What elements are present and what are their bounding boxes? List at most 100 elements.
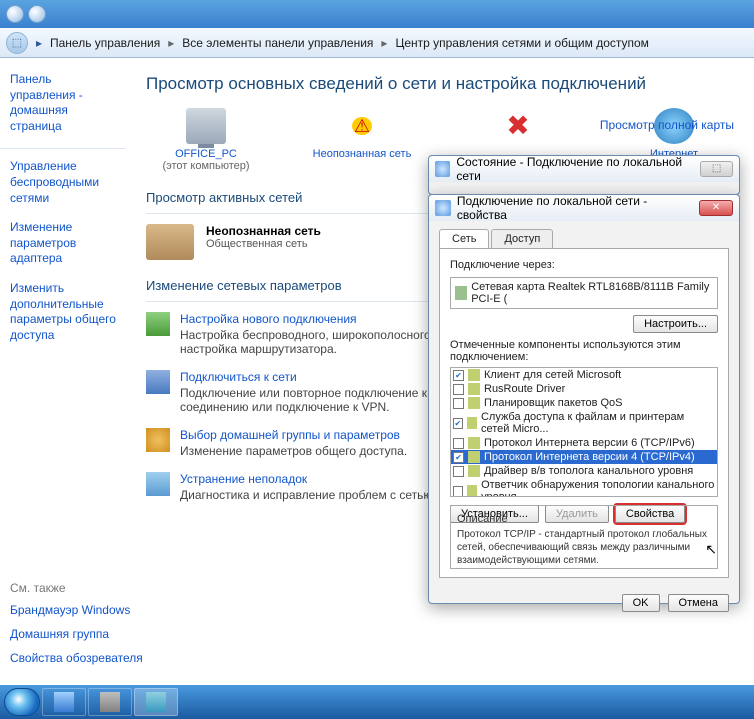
- description-text: Протокол TCP/IP - стандартный протокол г…: [457, 528, 711, 567]
- adapter-name: Сетевая карта Realtek RTL8168B/8111B Fam…: [471, 281, 713, 305]
- see-also-link[interactable]: Свойства обозревателя: [10, 651, 200, 665]
- breadcrumb-icon: ⬚: [6, 32, 28, 54]
- configure-button[interactable]: Настроить...: [633, 315, 718, 333]
- connect-icon: [146, 370, 170, 394]
- component-label: Протокол Интернета версии 6 (TCP/IPv6): [484, 437, 695, 449]
- checkbox[interactable]: [453, 418, 463, 429]
- tab-network[interactable]: Сеть: [439, 229, 489, 248]
- active-net-name: Неопознанная сеть: [206, 224, 321, 238]
- active-net-type: Общественная сеть: [206, 238, 321, 250]
- component-label: RusRoute Driver: [484, 383, 565, 395]
- see-also-link[interactable]: Брандмауэр Windows: [10, 603, 200, 617]
- tab-access[interactable]: Доступ: [491, 229, 553, 248]
- component-icon: [468, 465, 480, 477]
- component-label: Протокол Интернета версии 4 (TCP/IPv4): [484, 451, 695, 463]
- disconnect-x-icon: ✖: [498, 108, 538, 144]
- net-node-label: OFFICE_PC: [146, 148, 266, 160]
- new-connection-icon: [146, 312, 170, 336]
- param-link[interactable]: Устранение неполадок: [180, 472, 436, 486]
- adapter-icon: [455, 286, 467, 300]
- component-icon: [468, 383, 480, 395]
- checkbox[interactable]: [453, 384, 464, 395]
- component-label: Служба доступа к файлам и принтерам сете…: [481, 411, 715, 435]
- see-also-header: См. также: [10, 581, 200, 595]
- start-button[interactable]: [4, 688, 40, 716]
- component-row[interactable]: Клиент для сетей Microsoft: [451, 368, 717, 382]
- chevron-right-icon: ▸: [32, 36, 46, 50]
- page-title: Просмотр основных сведений о сети и наст…: [146, 74, 734, 94]
- component-row[interactable]: Ответчик обнаружения топологии канальног…: [451, 478, 717, 497]
- sidebar-link-adapter[interactable]: Изменение параметров адаптера: [10, 220, 116, 267]
- component-row[interactable]: Служба доступа к файлам и принтерам сете…: [451, 410, 717, 436]
- taskbar-app[interactable]: [88, 688, 132, 716]
- net-node-label: Неопознанная сеть: [302, 148, 422, 160]
- sidebar-link-home[interactable]: Панель управления - домашняя страница: [10, 72, 116, 134]
- component-row[interactable]: Протокол Интернета версии 6 (TCP/IPv6): [451, 436, 717, 450]
- nav-forward-icon[interactable]: [28, 5, 46, 23]
- connect-via-label: Подключение через:: [450, 259, 718, 271]
- component-row[interactable]: Драйвер в/в тополога канального уровня: [451, 464, 717, 478]
- computer-icon: [186, 108, 226, 144]
- breadcrumb-item[interactable]: Все элементы панели управления: [178, 36, 377, 50]
- network-icon: [435, 161, 450, 177]
- checkbox[interactable]: [453, 466, 464, 477]
- homegroup-icon: [146, 428, 170, 452]
- close-icon[interactable]: ⬚: [700, 161, 733, 177]
- components-label: Отмеченные компоненты используются этим …: [450, 339, 718, 363]
- network-icon: [435, 200, 451, 216]
- taskbar[interactable]: [0, 685, 754, 719]
- breadcrumb-item[interactable]: Панель управления: [46, 36, 164, 50]
- checkbox[interactable]: [453, 438, 464, 449]
- component-row[interactable]: Протокол Интернета версии 4 (TCP/IPv4): [451, 450, 717, 464]
- component-icon: [468, 369, 480, 381]
- sidebar-link-wireless[interactable]: Управление беспроводными сетями: [10, 159, 116, 206]
- see-also-link[interactable]: Домашняя группа: [10, 627, 200, 641]
- component-row[interactable]: Планировщик пакетов QoS: [451, 396, 717, 410]
- adapter-field: Сетевая карта Realtek RTL8168B/8111B Fam…: [450, 277, 718, 309]
- component-label: Клиент для сетей Microsoft: [484, 369, 621, 381]
- checkbox[interactable]: [453, 398, 464, 409]
- chevron-right-icon: [377, 36, 391, 50]
- checkbox[interactable]: [453, 370, 464, 381]
- properties-dialog: Подключение по локальной сети - свойства…: [428, 194, 740, 604]
- param-desc: Изменение параметров общего доступа.: [180, 444, 407, 458]
- cancel-button[interactable]: Отмена: [668, 594, 729, 612]
- taskbar-app[interactable]: [42, 688, 86, 716]
- app-icon: [54, 692, 74, 712]
- breadcrumb-item[interactable]: Центр управления сетями и общим доступом: [391, 36, 653, 50]
- app-icon: [100, 692, 120, 712]
- param-link[interactable]: Выбор домашней группы и параметров: [180, 428, 407, 442]
- checkbox[interactable]: [453, 452, 464, 463]
- window-titlebar: [0, 0, 754, 28]
- component-row[interactable]: RusRoute Driver: [451, 382, 717, 396]
- component-icon: [468, 397, 480, 409]
- component-label: Ответчик обнаружения топологии канальног…: [481, 479, 715, 497]
- close-button[interactable]: ✕: [699, 200, 733, 216]
- warning-icon: [342, 108, 382, 144]
- component-label: Драйвер в/в тополога канального уровня: [484, 465, 693, 477]
- dialog-title: Состояние - Подключение по локальной сет…: [456, 155, 700, 183]
- status-dialog[interactable]: Состояние - Подключение по локальной сет…: [428, 155, 740, 195]
- components-list[interactable]: Клиент для сетей Microsoft RusRoute Drive…: [450, 367, 718, 497]
- description-header: Описание: [457, 512, 711, 526]
- checkbox[interactable]: [453, 486, 463, 497]
- chevron-right-icon: [164, 36, 178, 50]
- see-also-panel: См. также Брандмауэр Windows Домашняя гр…: [10, 581, 200, 675]
- description-box: Описание Протокол TCP/IP - стандартный п…: [450, 505, 718, 569]
- net-node-sub: (этот компьютер): [146, 160, 266, 172]
- component-icon: [468, 437, 480, 449]
- component-icon: [467, 417, 477, 429]
- cursor-icon: ↖: [705, 541, 717, 558]
- ok-button[interactable]: OK: [622, 594, 660, 612]
- param-desc: Диагностика и исправление проблем с сеть…: [180, 488, 436, 502]
- nav-back-icon[interactable]: [6, 5, 24, 23]
- component-icon: [468, 451, 480, 463]
- component-label: Планировщик пакетов QoS: [484, 397, 623, 409]
- component-icon: [467, 485, 477, 497]
- dialog-title: Подключение по локальной сети - свойства: [457, 194, 699, 222]
- breadcrumb[interactable]: ⬚ ▸ Панель управления Все элементы панел…: [0, 28, 754, 58]
- taskbar-app[interactable]: [134, 688, 178, 716]
- view-full-map-link[interactable]: Просмотр полной карты: [600, 118, 734, 132]
- app-icon: [146, 692, 166, 712]
- sidebar-link-sharing[interactable]: Изменить дополнительные параметры общего…: [10, 281, 116, 343]
